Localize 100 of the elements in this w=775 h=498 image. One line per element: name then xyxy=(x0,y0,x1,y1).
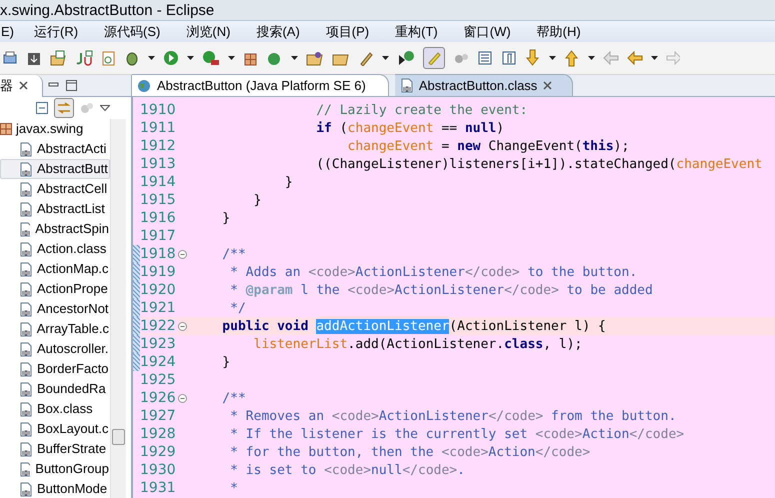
class-file-icon xyxy=(19,422,32,436)
class-file-icon xyxy=(19,442,32,456)
menu-item[interactable]: 运行(R) xyxy=(34,22,78,42)
line-number: 1929 xyxy=(140,445,178,459)
caret-icon[interactable] xyxy=(187,56,194,60)
collapse-icon[interactable] xyxy=(36,102,48,114)
fold-icon[interactable] xyxy=(178,322,187,330)
new-package-icon[interactable] xyxy=(50,50,68,66)
class-file-icon xyxy=(19,242,32,256)
code-line: * Adds an <code>ActionListener</code> to the button. xyxy=(229,266,638,278)
class-file-icon xyxy=(19,382,32,396)
block-icon[interactable] xyxy=(477,50,493,66)
caret-icon[interactable] xyxy=(148,56,155,60)
line-number: 1926 xyxy=(140,391,178,405)
fold-icon[interactable] xyxy=(178,250,187,258)
print-icon[interactable] xyxy=(2,50,18,66)
tree-item[interactable]: ActionPrope xyxy=(0,279,110,299)
class-file-icon xyxy=(19,202,32,216)
run-icon[interactable] xyxy=(163,50,179,66)
brush-icon[interactable] xyxy=(358,50,374,66)
editor-tab[interactable]: AbstractButton (Java Platform SE 6) xyxy=(132,74,389,96)
menu-item[interactable]: 项目(P) xyxy=(326,22,370,42)
tree-item[interactable]: AncestorNot xyxy=(0,299,110,319)
line-number: 1919 xyxy=(140,265,178,279)
code-line: } xyxy=(284,176,293,188)
code-line: public void addActionListener(ActionListener l) { xyxy=(221,320,606,332)
code-line: ((ChangeListener)listeners[i+1]).stateChanged(changeEvent xyxy=(315,158,762,170)
download-icon[interactable] xyxy=(26,50,42,66)
globe-icon xyxy=(137,78,151,92)
code-line: * If the listener is the currently set <code>Action</code> xyxy=(229,428,684,440)
tree-item[interactable]: AbstractCell xyxy=(0,179,110,199)
tree-item[interactable]: BufferStrate xyxy=(0,439,110,459)
junit-icon[interactable] xyxy=(76,50,94,66)
link-toggle[interactable] xyxy=(54,98,74,118)
fold-icon[interactable] xyxy=(178,394,187,402)
view-menu-icon[interactable] xyxy=(100,105,110,111)
line-number: 1914 xyxy=(140,175,178,189)
tree-item[interactable]: ActionMap.c xyxy=(0,259,110,279)
down-arrow-icon[interactable] xyxy=(525,49,541,67)
tree-item[interactable]: ButtonGroup xyxy=(0,459,110,479)
caret-icon[interactable] xyxy=(228,56,235,60)
close-icon[interactable] xyxy=(543,81,552,90)
class-file-icon xyxy=(19,142,32,156)
code-line: /** xyxy=(221,248,246,260)
tree-item[interactable]: AbstractActi xyxy=(0,139,110,159)
tree-item[interactable]: ArrayTable.c xyxy=(0,319,110,339)
caret-icon[interactable] xyxy=(382,56,389,60)
tree-item[interactable]: Box.class xyxy=(0,399,110,419)
package-icon xyxy=(0,123,12,135)
class-file-icon xyxy=(19,282,32,296)
up-arrow-icon[interactable] xyxy=(564,49,580,67)
code-line: } xyxy=(221,356,230,368)
view-tab-label: 器 xyxy=(0,76,13,95)
caret-icon[interactable] xyxy=(651,56,658,60)
tree-item[interactable]: AbstractSpin xyxy=(0,219,110,239)
back-arrow-icon[interactable] xyxy=(627,51,643,65)
tree-item[interactable]: AbstractButt xyxy=(0,159,110,179)
menu-item[interactable]: 浏览(N) xyxy=(186,22,230,42)
caret-icon[interactable] xyxy=(588,56,595,60)
tree-item[interactable]: BoundedRa xyxy=(0,379,110,399)
menu-item[interactable]: 帮助(H) xyxy=(536,22,581,42)
class-file-icon xyxy=(19,302,32,316)
class-file-icon xyxy=(19,462,30,476)
line-number: 1920 xyxy=(140,283,178,297)
tree-item[interactable]: javax.swing xyxy=(0,119,110,139)
line-number: 1924 xyxy=(140,355,178,369)
open-type-icon[interactable] xyxy=(397,50,415,66)
menu-item[interactable]: E) xyxy=(1,22,14,42)
tree-item[interactable]: BorderFacto xyxy=(0,359,110,379)
highlight-toggle[interactable] xyxy=(423,47,445,69)
selected-text: addActionListener xyxy=(316,318,450,334)
tree-item[interactable]: ButtonMode xyxy=(0,479,110,498)
folder-icon[interactable] xyxy=(306,50,324,66)
new-class-icon[interactable] xyxy=(102,50,116,66)
tree-item[interactable]: Action.class xyxy=(0,239,110,259)
highlighter-icon xyxy=(427,51,441,65)
caret-icon[interactable] xyxy=(291,56,298,60)
class-file-icon xyxy=(19,342,32,356)
tree-item[interactable]: AbstractList xyxy=(0,199,110,219)
code-line: listenerList.add(ActionListener.class, l); xyxy=(252,338,582,350)
menu-item[interactable]: 窗口(W) xyxy=(464,22,511,42)
pilcrow-icon[interactable] xyxy=(501,50,517,66)
maximize-icon[interactable] xyxy=(66,80,77,91)
class-file-icon xyxy=(19,402,32,416)
code-line: } xyxy=(221,212,230,224)
code-line: /** xyxy=(221,392,246,404)
code-line: * xyxy=(229,482,238,494)
class-file-icon xyxy=(19,182,32,196)
scrollbar[interactable] xyxy=(110,119,126,498)
code-line: } xyxy=(252,194,262,206)
close-icon[interactable] xyxy=(19,81,28,90)
caret-icon[interactable] xyxy=(549,56,556,60)
run-tool-icon[interactable] xyxy=(202,50,220,66)
menu-item[interactable]: 搜索(A) xyxy=(256,22,300,42)
menu-item[interactable]: 源代码(S) xyxy=(104,22,160,42)
view-tab[interactable]: 器 xyxy=(0,74,43,96)
tree-item[interactable]: Autoscroller. xyxy=(0,339,110,359)
editor-tab[interactable]: AbstractButton.class xyxy=(394,74,574,96)
menu-item[interactable]: 重构(T) xyxy=(395,22,438,42)
tree-item[interactable]: BoxLayout.c xyxy=(0,419,110,439)
